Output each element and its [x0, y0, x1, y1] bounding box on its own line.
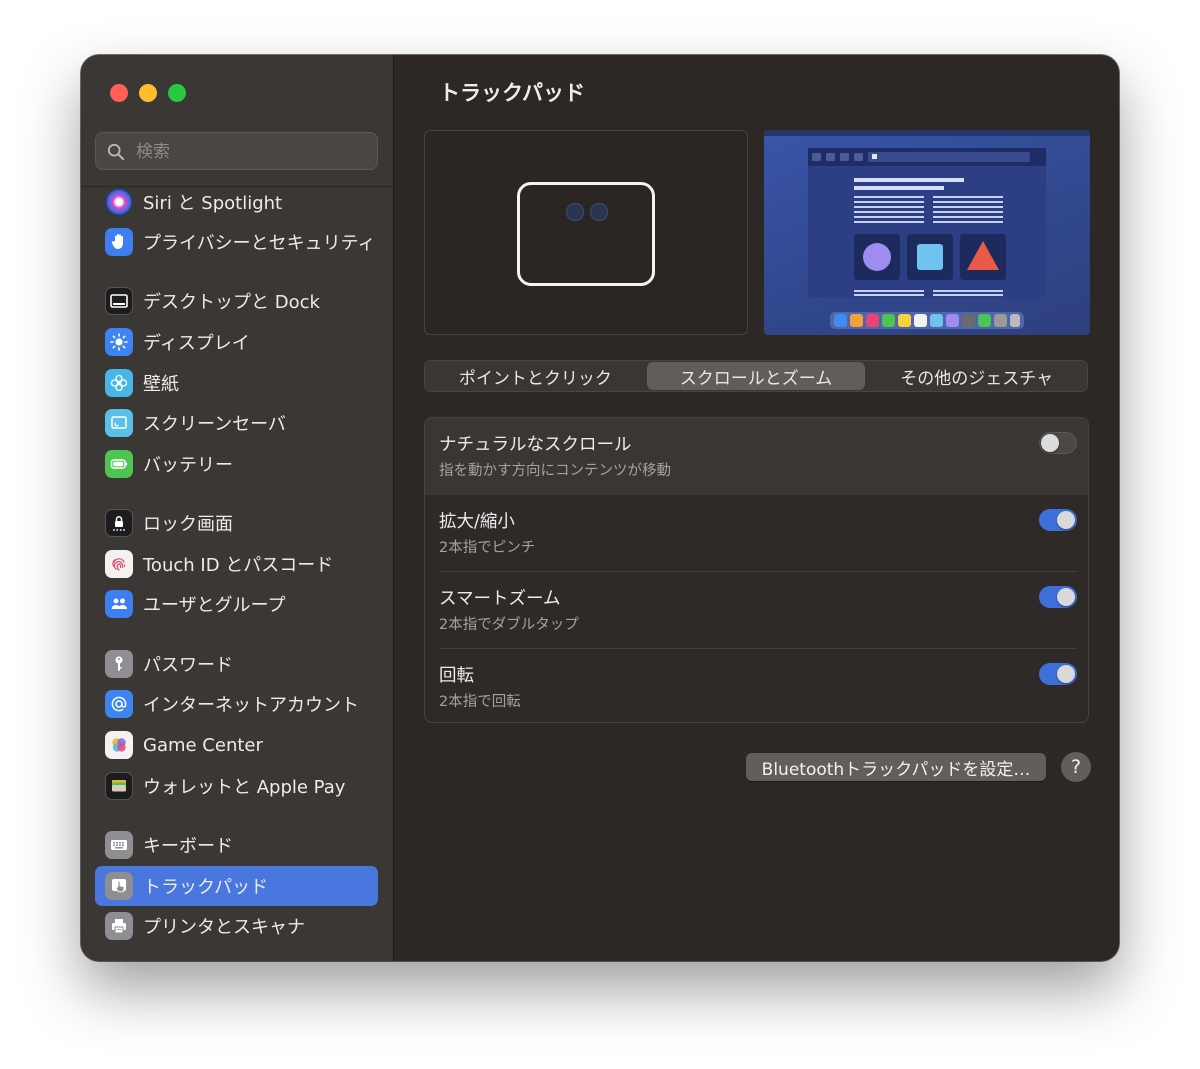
sidebar-item-label: スクリーンセーバ — [143, 414, 286, 435]
dock-icon — [105, 287, 133, 315]
setting-label: スマートズーム — [439, 589, 561, 609]
sidebar-item-siri-spotlight[interactable]: Siri と Spotlight — [95, 182, 378, 222]
sidebar-item-label: トラックパッド — [143, 877, 269, 898]
setting-description: 2本指で回転 — [439, 694, 521, 710]
trackpad-icon — [105, 872, 133, 900]
sidebar-item-label: インターネットアカウント — [143, 695, 359, 716]
sidebar: Siri と Spotlight プライバシーとセキュリティ デスクトップと D… — [81, 55, 394, 961]
sidebar-item-wallpaper[interactable]: 壁紙 — [95, 363, 378, 403]
sidebar-item-printers-scanners[interactable]: プリンタとスキャナ — [95, 906, 378, 946]
sidebar-item-label: 壁紙 — [143, 374, 179, 395]
sidebar-item-trackpad[interactable]: トラックパッド — [95, 866, 378, 906]
battery-icon — [105, 450, 133, 478]
wallet-icon — [105, 772, 133, 800]
smart-zoom-toggle[interactable] — [1039, 586, 1077, 608]
sidebar-item-label: Touch ID とパスコード — [143, 555, 334, 576]
sidebar-item-game-center[interactable]: Game Center — [95, 725, 378, 765]
setting-description: 2本指でピンチ — [439, 540, 536, 556]
sidebar-item-label: Siri と Spotlight — [143, 193, 283, 214]
toggle-knob — [1057, 588, 1075, 606]
at-icon — [105, 690, 133, 718]
natural-scrolling-toggle[interactable] — [1039, 432, 1077, 454]
sidebar-item-label: プリンタとスキャナ — [143, 917, 305, 938]
page-title: トラックパッド — [439, 81, 585, 105]
lock-icon — [105, 509, 133, 537]
sidebar-item-wallet-apple-pay[interactable]: ウォレットと Apple Pay — [95, 766, 378, 806]
sidebar-item-label: キーボード — [143, 836, 233, 857]
search-field[interactable] — [95, 132, 378, 170]
key-icon — [105, 650, 133, 678]
setting-row-natural-scrolling[interactable]: ナチュラルなスクロール 指を動かす方向にコンテンツが移動 — [425, 418, 1088, 495]
close-button[interactable] — [110, 84, 128, 102]
rotate-toggle[interactable] — [1039, 663, 1077, 685]
toggle-knob — [1057, 665, 1075, 683]
sidebar-item-label: Game Center — [143, 734, 263, 756]
setting-label: ナチュラルなスクロール — [439, 435, 632, 455]
sidebar-item-screensaver[interactable]: スクリーンセーバ — [95, 403, 378, 443]
toggle-knob — [1041, 434, 1059, 452]
sidebar-item-lock-screen[interactable]: ロック画面 — [95, 503, 378, 543]
sidebar-item-desktop-dock[interactable]: デスクトップと Dock — [95, 281, 378, 321]
setup-bluetooth-trackpad-button[interactable]: Bluetoothトラックパッドを設定… — [746, 753, 1046, 781]
setting-label: 拡大/縮小 — [439, 512, 515, 532]
sidebar-item-label: デスクトップと Dock — [143, 292, 320, 313]
setting-row-rotate[interactable]: 回転 2本指で回転 — [425, 649, 1088, 722]
sidebar-item-label: バッテリー — [143, 455, 233, 476]
zoom-button[interactable] — [168, 84, 186, 102]
tab-point-and-click[interactable]: ポイントとクリック — [426, 362, 645, 390]
sidebar-item-users-groups[interactable]: ユーザとグループ — [95, 584, 378, 624]
game-center-icon — [105, 731, 133, 759]
help-button[interactable]: ? — [1061, 752, 1091, 782]
tab-scroll-and-zoom[interactable]: スクロールとズーム — [646, 362, 866, 390]
sidebar-item-passwords[interactable]: パスワード — [95, 644, 378, 684]
gesture-preview — [424, 130, 748, 335]
sidebar-item-touch-id[interactable]: Touch ID とパスコード — [95, 544, 378, 584]
system-settings-window: Siri と Spotlight プライバシーとセキュリティ デスクトップと D… — [81, 55, 1119, 961]
search-icon — [107, 143, 125, 161]
hand-raised-icon — [105, 228, 133, 256]
gesture-tabs: ポイントとクリック スクロールとズーム その他のジェスチャ — [424, 360, 1088, 392]
minimize-button[interactable] — [139, 84, 157, 102]
sidebar-item-label: ロック画面 — [143, 514, 233, 535]
main-pane: トラックパッド ポイントとクリック スクロールとズーム その他のジェスチャ ナチ… — [394, 55, 1119, 961]
finger-dot — [566, 203, 584, 221]
tab-more-gestures[interactable]: その他のジェスチャ — [867, 362, 1086, 390]
screen-preview-illustration — [764, 130, 1090, 329]
trackpad-illustration — [517, 182, 655, 286]
setting-description: 指を動かす方向にコンテンツが移動 — [439, 463, 671, 479]
fingerprint-icon — [105, 550, 133, 578]
gesture-video-preview — [764, 130, 1090, 335]
sidebar-item-display[interactable]: ディスプレイ — [95, 322, 378, 362]
siri-icon — [105, 188, 133, 216]
sidebar-item-label: プライバシーとセキュリティ — [143, 233, 376, 254]
search-input[interactable] — [134, 140, 368, 164]
sidebar-item-label: ウォレットと Apple Pay — [143, 777, 346, 798]
sidebar-item-label: ユーザとグループ — [143, 595, 286, 616]
sidebar-item-privacy-security[interactable]: プライバシーとセキュリティ — [95, 222, 378, 262]
setting-description: 2本指でダブルタップ — [439, 617, 579, 633]
sidebar-item-label: パスワード — [143, 655, 233, 676]
sidebar-item-internet-accounts[interactable]: インターネットアカウント — [95, 684, 378, 724]
sun-icon — [105, 328, 133, 356]
printer-icon — [105, 912, 133, 940]
setting-row-zoom[interactable]: 拡大/縮小 2本指でピンチ — [425, 495, 1088, 572]
traffic-lights — [110, 84, 186, 102]
users-icon — [105, 590, 133, 618]
sidebar-item-label: ディスプレイ — [143, 333, 250, 354]
zoom-toggle[interactable] — [1039, 509, 1077, 531]
screensaver-icon — [105, 409, 133, 437]
finger-dot — [590, 203, 608, 221]
flower-icon — [105, 369, 133, 397]
setting-label: 回転 — [439, 666, 474, 686]
keyboard-icon — [105, 831, 133, 859]
toggle-knob — [1057, 511, 1075, 529]
sidebar-item-keyboard[interactable]: キーボード — [95, 825, 378, 865]
setting-row-smart-zoom[interactable]: スマートズーム 2本指でダブルタップ — [425, 572, 1088, 649]
sidebar-item-battery[interactable]: バッテリー — [95, 444, 378, 484]
settings-group: ナチュラルなスクロール 指を動かす方向にコンテンツが移動 拡大/縮小 2本指でピ… — [424, 417, 1089, 723]
